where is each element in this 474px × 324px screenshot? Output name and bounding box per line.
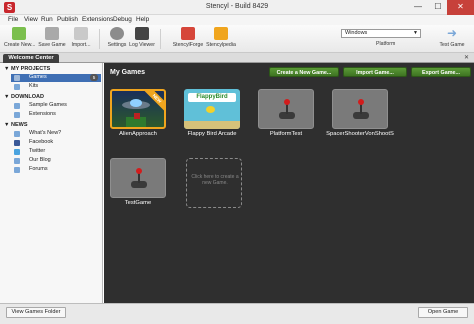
- twitter-icon: [14, 149, 20, 155]
- kits-icon: [14, 84, 20, 90]
- game-card-spacershootervonshoots[interactable]: SpacerShooterVonShootS: [326, 89, 394, 141]
- platform-value: Windows: [345, 30, 368, 36]
- menu-view[interactable]: View: [24, 16, 38, 23]
- sample-games-icon: [14, 103, 20, 109]
- game-thumbnail: [110, 158, 166, 198]
- save-icon: [45, 27, 59, 40]
- ground-strip: [184, 121, 240, 129]
- toolbar: Create New... Save Game Import... Settin…: [0, 25, 474, 53]
- settings-button[interactable]: Settings: [105, 26, 129, 52]
- tab-bar: Welcome Center ✕: [0, 53, 474, 63]
- import-game-button[interactable]: Import Game...: [343, 67, 407, 77]
- section-my-projects[interactable]: ▼ MY PROJECTS: [4, 66, 50, 72]
- sidebar-item-facebook[interactable]: Facebook: [11, 139, 101, 147]
- menu-debug[interactable]: Debug: [113, 16, 132, 23]
- platform-select[interactable]: Windows ▼: [341, 29, 421, 38]
- extensions-icon: [14, 112, 20, 118]
- minimize-button[interactable]: —: [408, 0, 428, 15]
- section-download[interactable]: ▼ DOWNLOAD: [4, 94, 44, 100]
- open-game-button[interactable]: Open Game: [418, 307, 468, 318]
- save-game-button[interactable]: Save Game: [38, 26, 66, 52]
- bird-icon: [206, 106, 215, 113]
- view-games-folder-button[interactable]: View Games Folder: [6, 307, 66, 318]
- stencylpedia-button[interactable]: Stencylpedia: [205, 26, 237, 52]
- sidebar-item-kits[interactable]: Kits: [11, 83, 101, 91]
- log-viewer-button[interactable]: Log Viewer: [129, 26, 155, 52]
- chevron-down-icon: ▼: [413, 30, 418, 36]
- import-icon: [74, 27, 88, 40]
- gear-icon: [110, 27, 124, 40]
- game-thumbnail: NEW: [110, 89, 166, 129]
- test-game-button[interactable]: ➜ Test Game: [437, 26, 467, 52]
- log-viewer-icon: [135, 27, 149, 40]
- games-icon: [14, 75, 20, 81]
- new-game-hint: Click here to create a new Game.: [191, 174, 239, 186]
- stencylforge-button[interactable]: StencylForge: [172, 26, 204, 52]
- sidebar-item-whats-new[interactable]: What's New?: [11, 130, 101, 138]
- flappy-bird-logo: FlappyBird: [188, 93, 236, 102]
- menu-bar: File View Run Publish Extensions Debug H…: [0, 15, 474, 25]
- game-name: TestGame: [124, 200, 152, 206]
- section-news[interactable]: ▼ NEWS: [4, 122, 27, 128]
- games-panel: My Games Create a New Game... Import Gam…: [104, 63, 474, 303]
- title-bar: S Stencyl - Build 8429 — ☐ ✕: [0, 0, 474, 15]
- toolbar-separator: [160, 29, 161, 49]
- menu-publish[interactable]: Publish: [57, 16, 78, 23]
- stencylpedia-icon: [214, 27, 228, 40]
- whats-new-icon: [14, 131, 20, 137]
- sidebar-item-our-blog[interactable]: Our Blog: [11, 157, 101, 165]
- sidebar-item-twitter[interactable]: Twitter: [11, 148, 101, 156]
- game-card-alienapproach[interactable]: NEW AlienApproach: [110, 89, 166, 141]
- new-game-slot[interactable]: Click here to create a new Game.: [186, 158, 242, 208]
- window-title: Stencyl - Build 8429: [205, 3, 269, 10]
- sidebar-item-sample-games[interactable]: Sample Games: [11, 102, 101, 110]
- page-title: My Games: [110, 69, 146, 76]
- maximize-button[interactable]: ☐: [428, 0, 448, 15]
- game-name: SpacerShooterVonShootS: [326, 131, 394, 137]
- games-count-badge: 5: [90, 74, 98, 81]
- import-button[interactable]: Import...: [68, 26, 94, 52]
- platform-label: Platform: [376, 41, 396, 47]
- create-new-icon: [12, 27, 26, 40]
- sidebar-item-extensions[interactable]: Extensions: [11, 111, 101, 119]
- stencylforge-icon: [181, 27, 195, 40]
- forums-icon: [14, 167, 20, 173]
- menu-help[interactable]: Help: [136, 16, 149, 23]
- create-new-button[interactable]: Create New...: [4, 26, 35, 52]
- status-bar: View Games Folder Open Game: [0, 303, 474, 324]
- game-thumbnail: [258, 89, 314, 129]
- sidebar-item-games[interactable]: Games: [11, 74, 101, 82]
- menu-file[interactable]: File: [8, 16, 18, 23]
- sidebar-item-forums[interactable]: Forums: [11, 166, 101, 174]
- export-game-button[interactable]: Export Game...: [411, 67, 471, 77]
- game-card-testgame[interactable]: TestGame: [110, 158, 166, 210]
- close-tab-icon[interactable]: ✕: [464, 54, 469, 61]
- facebook-icon: [14, 140, 20, 146]
- close-button[interactable]: ✕: [447, 0, 474, 15]
- toolbar-separator: [99, 29, 100, 49]
- arrow-right-icon: ➜: [446, 26, 458, 40]
- tab-welcome-center[interactable]: Welcome Center: [3, 54, 59, 63]
- game-card-platformtest[interactable]: PlatformTest: [258, 89, 314, 141]
- menu-extensions[interactable]: Extensions: [82, 16, 113, 23]
- sidebar: ▼ MY PROJECTS Games 5 Kits ▼ DOWNLOAD Sa…: [0, 63, 103, 303]
- create-new-game-button[interactable]: Create a New Game...: [269, 67, 339, 77]
- blog-icon: [14, 158, 20, 164]
- game-thumbnail: FlappyBird: [184, 89, 240, 129]
- game-thumbnail: [332, 89, 388, 129]
- menu-run[interactable]: Run: [41, 16, 53, 23]
- game-card-flappy-bird-arcade[interactable]: FlappyBird Flappy Bird Arcade: [184, 89, 240, 141]
